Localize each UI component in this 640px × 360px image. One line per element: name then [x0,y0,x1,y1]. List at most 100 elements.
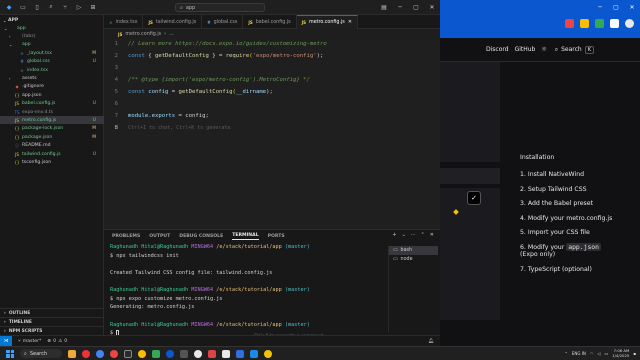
tree-file[interactable]: {} package-lock.json M [0,125,104,133]
language-indicator[interactable]: ENG IN [572,351,586,356]
toc-item[interactable]: 4. Modify your metro.config.js [520,215,640,223]
new-terminal-icon[interactable]: + [392,232,396,238]
layout-icon[interactable]: ▭ [18,2,28,12]
sidebar-toggle-icon[interactable]: ▯ [32,2,42,12]
toc-item[interactable]: 3. Add the Babel preset [520,200,640,208]
nav-link-discord[interactable]: Discord [486,46,509,53]
copy-check-icon[interactable]: ✓ [467,191,481,205]
editor-tab[interactable]: JS babel.config.js [243,15,297,29]
tab-problems[interactable]: PROBLEMS [112,234,140,239]
tree-file[interactable]: JS tailwind.config.js U [0,150,104,158]
tree-folder[interactable]: › assets [0,74,104,82]
close-tab-icon[interactable]: ✕ [348,20,352,25]
toc-item[interactable]: 2. Setup Tailwind CSS [520,186,640,194]
close-button[interactable]: ✕ [624,0,640,15]
breadcrumb-file[interactable]: metro.config.js [125,32,161,37]
tree-file[interactable]: ⚛ index.tsx [0,66,104,74]
app-icon[interactable] [264,349,272,358]
tree-folder[interactable]: ⌄ app [0,41,104,49]
editor-tab[interactable]: JS metro.config.js ✕ [296,15,358,29]
extension-icon[interactable] [595,19,604,28]
wifi-icon[interactable]: ◠ [590,351,594,356]
profile-avatar[interactable] [625,19,634,28]
close-panel-icon[interactable]: ✕ [430,232,434,238]
tree-file[interactable]: ⚛ _layout.tsx M [0,49,104,57]
app-icon[interactable] [250,349,258,358]
app-icon[interactable] [110,349,118,358]
clock[interactable]: 7:06 AM 1/4/2025 [612,348,629,358]
editor-tab[interactable]: ⚛ index.tsx [104,15,144,29]
extension-icon[interactable] [580,19,589,28]
section-timeline[interactable]: › TIMELINE [0,317,104,326]
extensions-icon[interactable]: ⊞ [88,2,98,12]
notifications-icon[interactable]: 🔔︎ [428,339,434,344]
command-center-search[interactable]: ⌕ app [175,3,265,12]
code-editor[interactable]: 1 // Learn more https://docs.expo.io/gui… [104,39,440,229]
chevron-up-icon[interactable]: ⌃ [564,351,567,356]
app-icon[interactable] [138,349,146,358]
app-icon[interactable] [152,349,160,358]
layout-toggle-icon[interactable]: ▤ [376,0,392,15]
status-branch[interactable]: ⑂ master* [18,338,41,345]
toc-item[interactable]: 7. TypeScript (optional) [520,266,640,274]
tree-file[interactable]: JS babel.config.js U [0,100,104,108]
section-npm-scripts[interactable]: › NPM SCRIPTS [0,326,104,335]
notification-center-icon[interactable]: ▪ [633,351,636,356]
extension-icon[interactable] [610,19,619,28]
windows-start-button[interactable] [6,349,14,358]
maximize-panel-icon[interactable]: ⌃ [421,232,425,238]
tab-ports[interactable]: PORTS [268,234,285,239]
tree-file[interactable]: TS expo-env.d.ts [0,108,104,116]
breadcrumb-more[interactable]: ... [169,32,174,37]
chrome-icon[interactable] [96,349,104,358]
terminal-item-bash[interactable]: ▭ bash [389,246,438,255]
explorer-root[interactable]: ⌄ APP [0,16,104,24]
minimize-button[interactable]: ─ [592,0,608,15]
close-button[interactable]: ✕ [424,0,440,15]
tree-file[interactable]: {} tsconfig.json [0,158,104,166]
toc-item[interactable]: 6. Modify your app.json (Expo only) [520,242,640,259]
terminal-item-node[interactable]: ▭ node [389,255,438,264]
tab-debug-console[interactable]: DEBUG CONSOLE [179,234,223,239]
vscode-taskbar-icon[interactable] [236,349,244,358]
app-icon[interactable] [208,349,216,358]
tree-file[interactable]: ⓘ README.md [0,142,104,150]
tree-file[interactable]: {} app.json [0,91,104,99]
editor-tab[interactable]: JS tailwind.config.js [143,15,203,29]
app-icon[interactable] [194,349,202,358]
tree-file[interactable]: ◆ .gitignore [0,83,104,91]
remote-icon[interactable]: ⋊ [0,335,12,347]
tree-folder[interactable]: › (tabs) [0,32,104,40]
battery-icon[interactable]: ▭ [604,351,608,356]
source-control-icon[interactable]: ⑂ [60,2,70,12]
tree-folder[interactable]: ⌄ app [0,24,104,32]
tree-file[interactable]: JS metro.config.js U [0,116,104,125]
extension-icon[interactable] [565,19,574,28]
maximize-button[interactable]: ▢ [408,0,424,15]
taskbar-search[interactable]: ⌕ Search [20,349,62,358]
tab-terminal[interactable]: TERMINAL [232,233,259,240]
file-explorer-icon[interactable] [68,349,76,358]
app-icon[interactable] [166,349,174,358]
run-debug-icon[interactable]: ▷ [74,2,84,12]
maximize-button[interactable]: ▢ [608,0,624,15]
chevron-down-icon[interactable]: ⌄ [402,232,406,238]
volume-icon[interactable]: ◁ [597,351,600,356]
more-icon[interactable]: ··· [411,232,416,238]
app-icon[interactable] [124,349,132,358]
nav-link-github[interactable]: GitHub [515,46,536,53]
terminal-output[interactable]: Raghunadh Hital@Raghunadh MINGW64 /e/sta… [110,243,386,337]
app-icon[interactable] [180,349,188,358]
app-icon[interactable] [82,349,90,358]
toc-item[interactable]: 5. Import your CSS file [520,229,640,237]
tab-output[interactable]: OUTPUT [149,234,170,239]
tree-file[interactable]: # global.css U [0,58,104,66]
section-outline[interactable]: › OUTLINE [0,308,104,317]
site-search-button[interactable]: ⌕ Search K [555,45,595,54]
app-icon[interactable] [222,349,230,358]
status-problems[interactable]: ⊗ 0 ⚠ 0 [47,339,67,344]
editor-tab[interactable]: # global.css [202,15,244,29]
theme-toggle-icon[interactable]: ☼ [541,46,546,53]
tree-file[interactable]: {} package.json M [0,133,104,141]
minimize-button[interactable]: ─ [392,0,408,15]
